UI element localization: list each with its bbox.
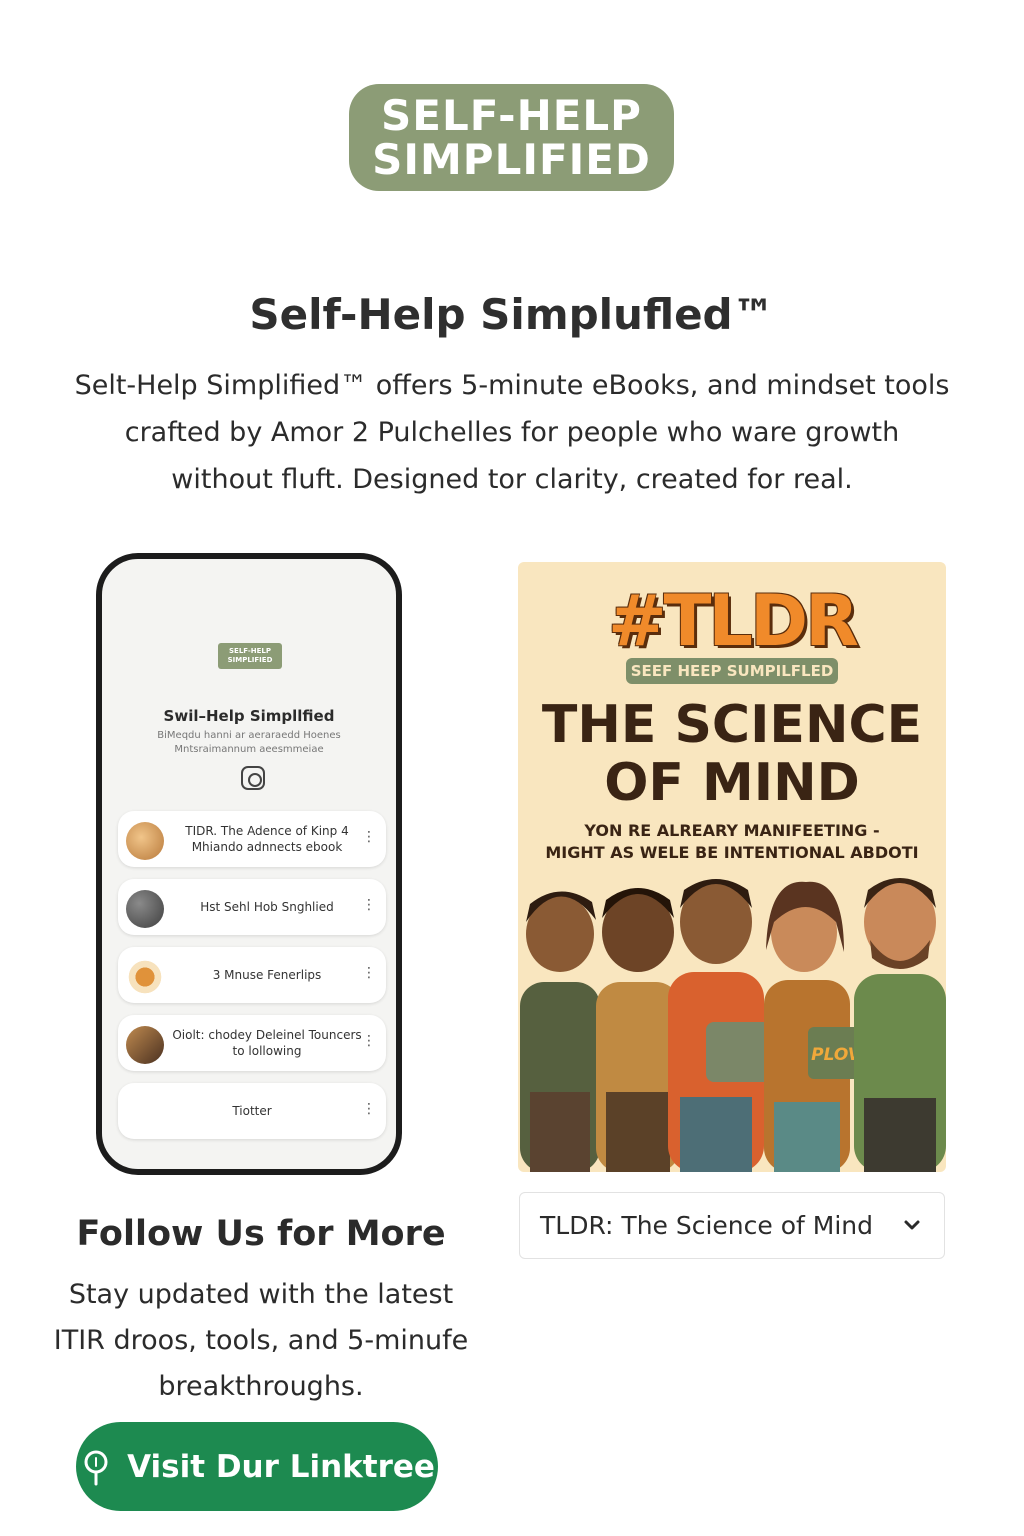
phone-link-list: TIDR. The Adence of Kinp 4 Mhiando adnne… (118, 811, 386, 1151)
illustrated-person (596, 888, 680, 1172)
link-thumbnail (126, 822, 164, 860)
phone-mockup: SELF-HELP SIMPLIFIED Swil–Help Simpllfie… (96, 553, 402, 1175)
cover-title-line-2: OF MIND (604, 753, 860, 813)
phone-title: Swil–Help Simpllfied (163, 707, 335, 725)
link-label: Oiolt: chodey Deleinel Touncers to lollo… (172, 1028, 362, 1058)
link-label: TIDR. The Adence of Kinp 4 Mhiando adnne… (185, 824, 349, 854)
cover-badge: SEEF HEEP SUMPILFLED (626, 658, 838, 684)
instagram-icon[interactable] (241, 766, 265, 790)
link-thumbnail (126, 958, 164, 996)
more-options-icon[interactable]: ⋮ (362, 897, 376, 913)
logo-line-1: SELF-HELP (381, 90, 642, 140)
page-title: Self-Help Simplufled™ (249, 290, 775, 339)
more-options-icon[interactable]: ⋮ (362, 829, 376, 845)
book-cover-image: #TLDR SEEF HEEP SUMPILFLED THE SCIENCE O… (518, 562, 946, 1172)
phone-description: BiMeqdu hanni ar aeraraedd Hoenes Mntsra… (157, 730, 341, 755)
logo-line-2: SIMPLIFIED (372, 134, 651, 184)
link-label: Tiotter (232, 1104, 272, 1118)
phone-link-item[interactable]: Tiotter ⋮ (118, 1083, 386, 1139)
visit-linktree-label: Visit Dur Linktree (127, 1448, 435, 1485)
phone-link-item[interactable]: Hst Sehl Hob Snghlied ⋮ (118, 879, 386, 935)
cover-subtitle-line-2: MIGHT AS WELE BE INTENTIONAL ABDOTI (545, 843, 919, 862)
cover-subtitle-line-1: YON RE ALREARY MANIFEETING - (584, 821, 880, 840)
link-thumbnail (126, 1026, 164, 1064)
cover-subtitle: YON RE ALREARY MANIFEETING - MIGHT AS WE… (518, 820, 946, 864)
cover-title-line-1: THE SCIENCE (541, 695, 923, 755)
more-options-icon[interactable]: ⋮ (362, 1033, 376, 1049)
link-thumbnail (126, 890, 164, 928)
page-description: Selt-Help Simplified™ offers 5-minute eB… (74, 370, 950, 495)
book-select-dropdown[interactable]: TLDR: The Science of Mind (519, 1192, 945, 1259)
cover-title: THE SCIENCE OF MIND (518, 696, 946, 812)
cover-illustration: PLOVIE (520, 878, 946, 1172)
cover-tag: #TLDR (607, 580, 859, 662)
illustrated-person (520, 891, 600, 1172)
visit-linktree-button[interactable]: Visit Dur Linktree (76, 1422, 438, 1511)
linktree-icon (84, 1450, 108, 1485)
follow-heading: Follow Us for More (76, 1214, 446, 1254)
more-options-icon[interactable]: ⋮ (362, 965, 376, 981)
brand-logo: SELF-HELP SIMPLIFIED (349, 84, 674, 191)
book-select-value: TLDR: The Science of Mind (540, 1211, 873, 1240)
phone-link-item[interactable]: Oiolt: chodey Deleinel Touncers to lollo… (118, 1015, 386, 1071)
link-label: Hst Sehl Hob Snghlied (200, 900, 334, 914)
link-label: 3 Mnuse Fenerlips (212, 968, 322, 982)
phone-link-item[interactable]: TIDR. The Adence of Kinp 4 Mhiando adnne… (118, 811, 386, 867)
phone-logo: SELF-HELP SIMPLIFIED (218, 643, 282, 669)
follow-description: Stay updated with the latest ITIR droos,… (53, 1279, 469, 1402)
phone-link-item[interactable]: 3 Mnuse Fenerlips ⋮ (118, 947, 386, 1003)
illustrated-person (854, 878, 946, 1172)
chevron-down-icon (904, 1220, 920, 1230)
more-options-icon[interactable]: ⋮ (362, 1101, 376, 1117)
